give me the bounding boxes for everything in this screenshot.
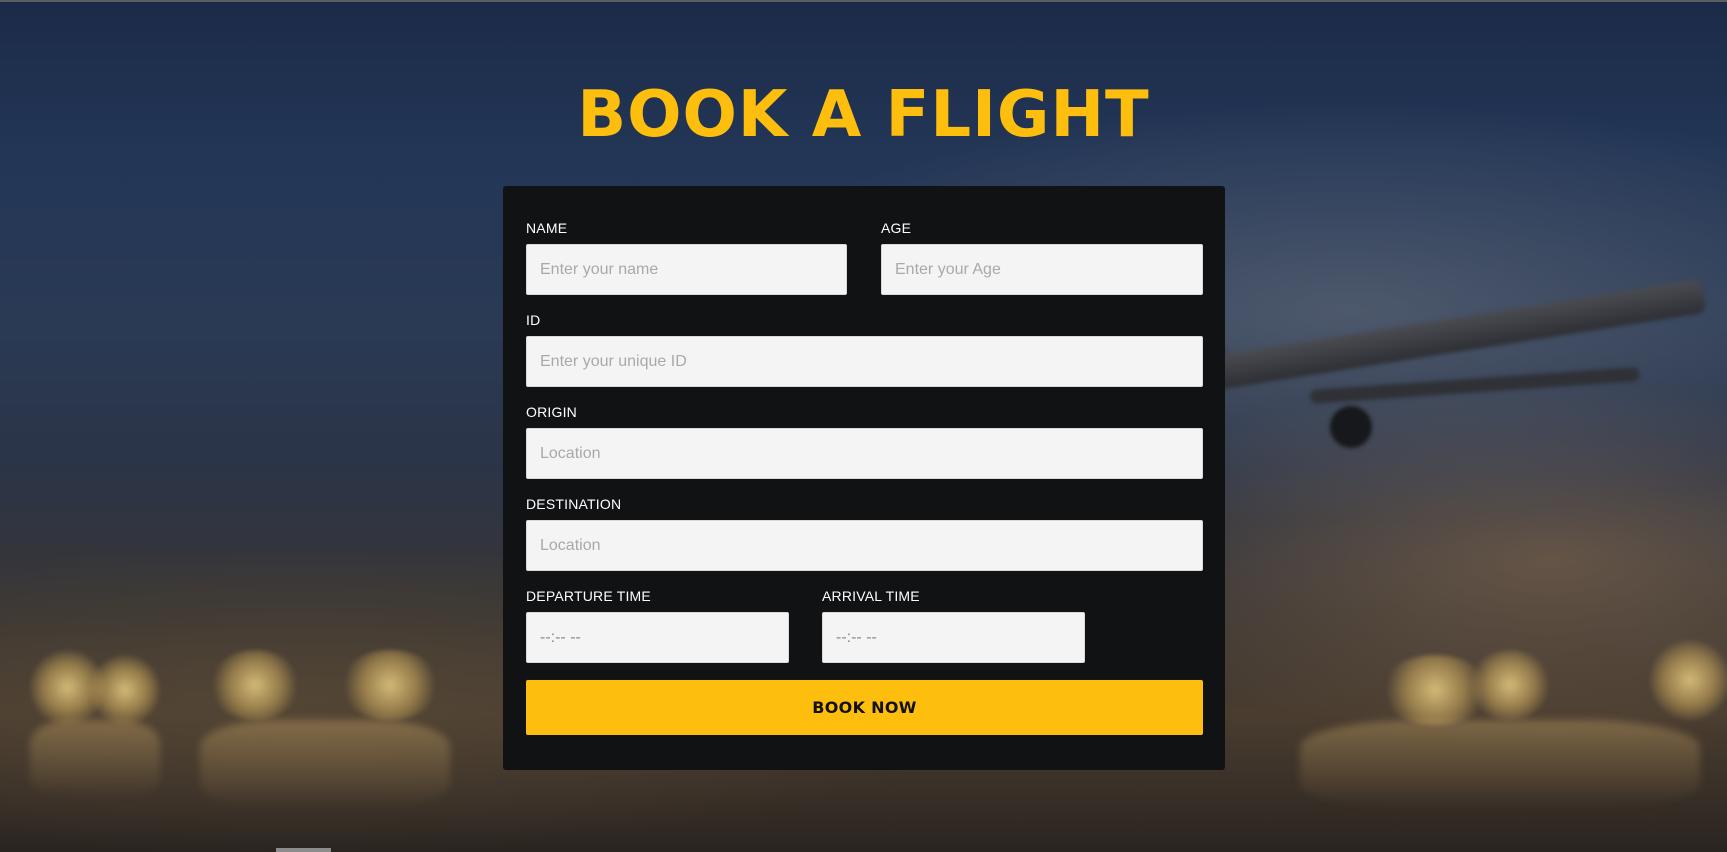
- arrival-time-input[interactable]: --:-- --: [822, 612, 1085, 663]
- name-input[interactable]: [526, 244, 847, 295]
- scroll-indicator: [276, 848, 331, 852]
- origin-input[interactable]: [526, 428, 1203, 479]
- water-reflection: [1300, 720, 1700, 810]
- bokeh-light: [340, 650, 440, 720]
- top-border: [0, 0, 1727, 2]
- destination-label: DESTINATION: [526, 496, 622, 512]
- water-reflection: [30, 720, 160, 800]
- destination-input[interactable]: [526, 520, 1203, 571]
- booking-form: NAME AGE ID ORIGIN DESTINATION DEPARTURE…: [503, 186, 1225, 770]
- water-reflection: [200, 720, 450, 810]
- name-label: NAME: [526, 220, 568, 236]
- book-now-button[interactable]: BOOK NOW: [526, 680, 1203, 735]
- bokeh-light: [210, 650, 300, 720]
- id-label: ID: [526, 312, 541, 328]
- departure-time-label: DEPARTURE TIME: [526, 588, 651, 604]
- arrival-time-label: ARRIVAL TIME: [822, 588, 920, 604]
- bokeh-light: [1470, 650, 1550, 720]
- page-title: BOOK A FLIGHT: [577, 78, 1150, 152]
- bokeh-light: [90, 655, 160, 725]
- id-input[interactable]: [526, 336, 1203, 387]
- age-label: AGE: [881, 220, 912, 236]
- age-input[interactable]: [881, 244, 1203, 295]
- bokeh-light: [1650, 640, 1727, 720]
- origin-label: ORIGIN: [526, 404, 577, 420]
- departure-time-input[interactable]: --:-- --: [526, 612, 789, 663]
